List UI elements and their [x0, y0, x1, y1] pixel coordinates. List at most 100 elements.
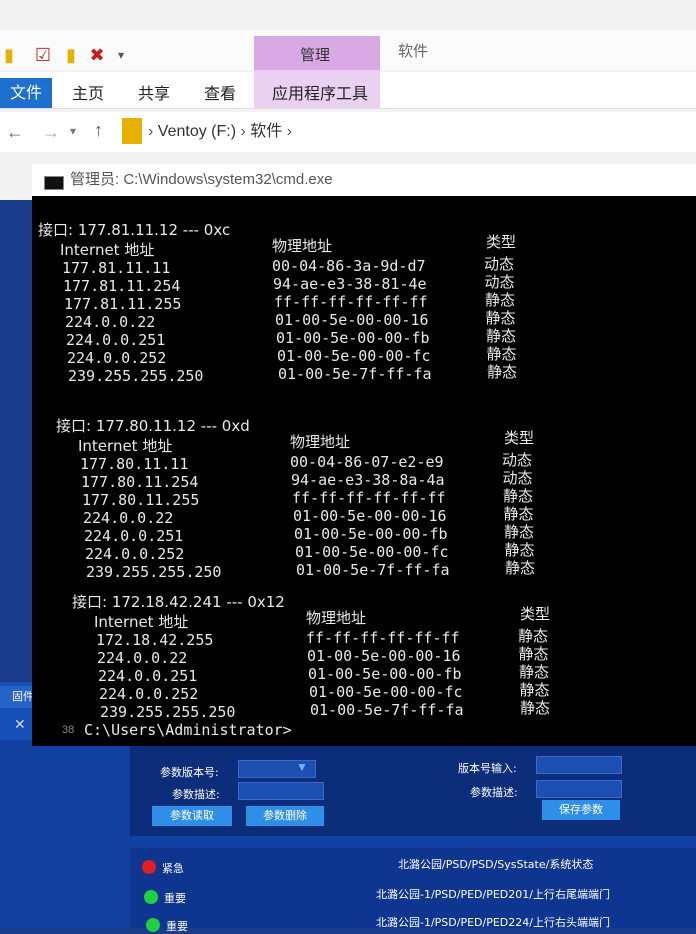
arp-type: 动态: [502, 469, 533, 487]
close-icon[interactable]: ✕: [14, 716, 26, 733]
arp-mac: ff-ff-ff-ff-ff-ff: [306, 629, 460, 647]
arp-ip: 224.0.0.251: [98, 667, 198, 685]
interface-header: 接口: 177.80.11.12 --- 0xd: [56, 417, 250, 435]
event-level: 重要: [166, 920, 188, 933]
param-desc-label: 参数描述:: [172, 788, 220, 801]
arp-type: 静态: [487, 363, 518, 381]
arp-ip: 177.81.11.11: [62, 259, 171, 277]
folder-icon[interactable]: ▮: [0, 44, 18, 66]
arp-mac: 94-ae-e3-38-81-4e: [273, 275, 427, 293]
arp-ip: 224.0.0.22: [65, 313, 156, 331]
arp-ip: 177.80.11.254: [81, 473, 199, 491]
alarm-dot: [142, 860, 156, 874]
event-level: 紧急: [162, 862, 184, 875]
arp-ip: 239.255.255.250: [86, 563, 222, 581]
interface-header: 接口: 177.81.11.12 --- 0xc: [38, 221, 231, 239]
arp-ip: 224.0.0.22: [83, 509, 174, 527]
arp-type: 静态: [503, 505, 534, 523]
delete-params-button[interactable]: 参数删除: [246, 806, 324, 826]
arp-mac: 01-00-5e-00-00-fc: [309, 683, 463, 701]
arp-ip: 177.81.11.255: [64, 295, 182, 313]
arp-ip: 177.81.11.254: [63, 277, 181, 295]
chevron-right-icon: ›: [240, 123, 246, 140]
breadcrumb-item[interactable]: 软件: [250, 123, 282, 140]
arp-mac: 01-00-5e-00-00-fc: [295, 543, 449, 561]
recent-dropdown-icon[interactable]: ▾: [70, 124, 76, 138]
command-prompt[interactable]: C:\Users\Administrator>: [84, 722, 292, 739]
tab-home[interactable]: 主页: [72, 80, 104, 104]
version-input-label: 版本号输入:: [458, 762, 517, 775]
arp-ip: 224.0.0.251: [66, 331, 166, 349]
param-version-label: 参数版本号:: [160, 766, 219, 779]
column-type: 类型: [504, 429, 535, 447]
arp-ip: 239.255.255.250: [100, 703, 236, 721]
address-bar[interactable]: › Ventoy (F:) › 软件 ›: [118, 118, 696, 146]
arp-ip: 224.0.0.252: [85, 545, 185, 563]
up-icon[interactable]: ↑: [94, 120, 103, 141]
column-type: 类型: [520, 605, 551, 623]
forward-icon[interactable]: →: [42, 122, 60, 143]
arp-type: 静态: [486, 345, 517, 363]
cmd-icon: [44, 176, 64, 190]
arp-mac: 01-00-5e-00-00-16: [275, 311, 429, 329]
arp-ip: 224.0.0.22: [97, 649, 188, 667]
arp-type: 静态: [518, 645, 549, 663]
arp-type: 静态: [503, 487, 534, 505]
arp-ip: 224.0.0.251: [84, 527, 184, 545]
customize-dropdown-icon[interactable]: ▾: [112, 44, 130, 66]
arp-mac: 01-00-5e-00-00-16: [293, 507, 447, 525]
param-desc-label-right: 参数描述:: [470, 786, 518, 799]
arp-type: 静态: [485, 309, 516, 327]
chevron-down-icon[interactable]: ▼: [296, 760, 308, 774]
arp-type: 动态: [484, 255, 515, 273]
delete-icon[interactable]: ✖: [88, 44, 106, 66]
column-type: 类型: [486, 233, 517, 251]
arp-ip: 224.0.0.252: [99, 685, 199, 703]
properties-icon[interactable]: ☑: [34, 44, 52, 66]
param-desc-input[interactable]: [536, 780, 622, 798]
new-folder-icon[interactable]: ▮: [62, 44, 80, 66]
cmd-title: 管理员: C:\Windows\system32\cmd.exe: [70, 171, 333, 188]
alarm-dot: [146, 918, 160, 932]
cmd-title-bar: 管理员: C:\Windows\system32\cmd.exe: [32, 164, 696, 196]
arp-mac: 01-00-5e-00-00-fb: [276, 329, 430, 347]
column-physical-address: 物理地址: [290, 433, 351, 451]
arp-type: 动态: [484, 273, 515, 291]
version-input[interactable]: [536, 756, 622, 774]
arp-ip: 239.255.255.250: [68, 367, 204, 385]
back-icon[interactable]: ←: [6, 122, 24, 143]
window-title: 软件: [398, 43, 429, 60]
tab-app-tools[interactable]: 应用程序工具: [272, 80, 368, 104]
arp-ip: 177.80.11.255: [82, 491, 200, 509]
arp-mac: ff-ff-ff-ff-ff-ff: [292, 489, 446, 507]
arp-ip: 177.80.11.11: [80, 455, 189, 473]
contextual-group-label: 管理: [300, 47, 331, 64]
column-internet-address: Internet 地址: [94, 613, 189, 631]
interface-header: 接口: 172.18.42.241 --- 0x12: [72, 593, 285, 611]
column-physical-address: 物理地址: [272, 237, 333, 255]
arp-mac: 01-00-5e-7f-ff-fa: [278, 365, 432, 383]
breadcrumb-item[interactable]: Ventoy (F:): [158, 123, 236, 140]
arp-mac: 00-04-86-07-e2-e9: [290, 453, 444, 471]
chevron-right-icon: ›: [286, 123, 293, 140]
arp-type: 静态: [518, 627, 549, 645]
tab-view[interactable]: 查看: [204, 80, 236, 104]
arp-mac: 00-04-86-3a-9d-d7: [272, 257, 426, 275]
column-physical-address: 物理地址: [306, 609, 367, 627]
read-params-button[interactable]: 参数读取: [152, 806, 232, 826]
arp-ip: 224.0.0.252: [67, 349, 167, 367]
save-params-button[interactable]: 保存参数: [542, 800, 620, 820]
column-internet-address: Internet 地址: [78, 437, 173, 455]
cmd-output: 接口: 177.81.11.12 --- 0xc Internet 地址 物理地址类…: [38, 222, 688, 742]
alarm-dot: [144, 890, 158, 904]
tab-share[interactable]: 共享: [138, 80, 170, 104]
arp-mac: 94-ae-e3-38-8a-4a: [291, 471, 445, 489]
arp-mac: 01-00-5e-00-00-fc: [277, 347, 431, 365]
event-path: 北潞公园-1/PSD/PED/PED201/上行右尾端端门: [376, 888, 610, 901]
param-desc-field[interactable]: [238, 782, 324, 800]
arp-type: 静态: [505, 559, 536, 577]
column-internet-address: Internet 地址: [60, 241, 155, 259]
arp-mac: 01-00-5e-7f-ff-fa: [296, 561, 450, 579]
tab-file[interactable]: 文件: [0, 78, 52, 108]
arp-ip: 172.18.42.255: [96, 631, 214, 649]
